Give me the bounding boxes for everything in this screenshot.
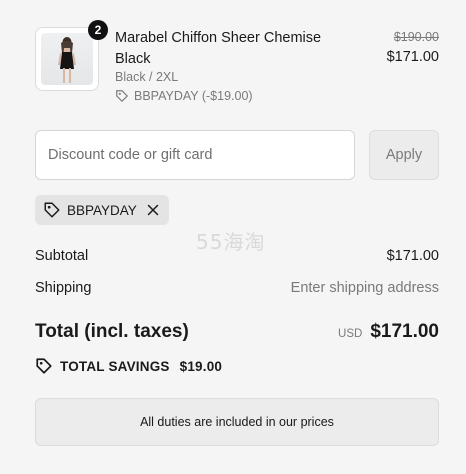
total-value: $171.00: [370, 321, 439, 342]
tag-icon: [116, 90, 128, 102]
product-variant: Black / 2XL: [115, 70, 179, 84]
applied-code-label: BBPAYDAY: [67, 202, 137, 218]
model-figure-icon: [58, 37, 76, 83]
discount-form: Apply: [35, 130, 439, 180]
applied-discount-chip: BBPAYDAY: [35, 195, 169, 225]
tag-icon: [36, 358, 52, 374]
remove-code-button[interactable]: [147, 204, 159, 216]
savings-value: $19.00: [179, 358, 223, 374]
savings-label: TOTAL SAVINGS: [60, 358, 170, 374]
total-amount: USD $171.00: [338, 321, 439, 343]
subtotal-value: $171.00: [386, 248, 439, 264]
duties-notice-text: All duties are included in our prices: [140, 415, 334, 429]
apply-button[interactable]: Apply: [369, 130, 439, 180]
shipping-label: Shipping: [35, 280, 92, 296]
close-icon: [147, 204, 159, 216]
line-item: 2 Marabel Chiffon Sheer Chemise Black Bl…: [35, 20, 439, 104]
product-title: Marabel Chiffon Sheer Chemise Black: [115, 30, 322, 67]
sale-price: $171.00: [386, 49, 439, 65]
product-discount-label: BBPAYDAY (-$19.00): [134, 89, 253, 103]
product-photo: [41, 33, 93, 85]
currency-code: USD: [338, 328, 363, 340]
duties-notice: All duties are included in our prices: [35, 398, 439, 446]
discount-code-input[interactable]: [35, 130, 355, 180]
total-row: Total (incl. taxes) USD $171.00: [35, 321, 439, 343]
tag-icon: [44, 202, 60, 218]
subtotal-label: Subtotal: [35, 248, 89, 264]
subtotal-row: Subtotal $171.00: [35, 248, 439, 264]
total-label: Total (incl. taxes): [35, 321, 189, 342]
total-savings-row: TOTAL SAVINGS $19.00: [35, 357, 222, 375]
shipping-value: Enter shipping address: [290, 280, 439, 296]
shipping-row: Shipping Enter shipping address: [35, 280, 439, 296]
original-price: $190.00: [393, 30, 439, 44]
product-thumbnail: 2: [35, 20, 108, 91]
quantity-badge: 2: [88, 20, 108, 40]
product-discount: BBPAYDAY (-$19.00): [115, 89, 253, 103]
